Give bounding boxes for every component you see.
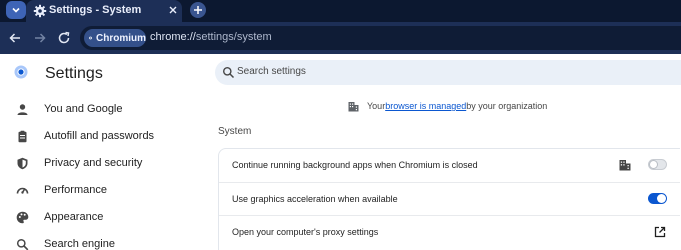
person-icon [17,104,28,115]
gear-icon [33,4,47,18]
back-arrow-icon[interactable] [8,31,22,45]
system-settings-card: Continue running background apps when Ch… [218,148,680,250]
background-apps-toggle[interactable] [648,159,667,170]
sidebar-item-label: Autofill and passwords [44,130,155,142]
toggle-knob [657,194,666,203]
graphics-acceleration-row[interactable]: Use graphics acceleration when available [219,182,680,215]
address-bar[interactable]: Chromium chrome://settings/system [80,26,681,50]
sidebar-item-search-engine[interactable]: Search engine [0,233,200,250]
row-label: Open your computer's proxy settings [232,227,379,237]
sidebar-item-performance[interactable]: Performance [0,179,200,203]
sidebar-item-label: You and Google [44,103,123,115]
managed-notice: Your browser is managed by your organiza… [348,100,547,112]
url-scheme: chrome:// [150,31,196,43]
url-text[interactable]: chrome://settings/system [150,31,272,43]
sidebar-item-privacy[interactable]: Privacy and security [0,152,200,176]
new-tab-button[interactable] [190,2,206,18]
row-label: Use graphics acceleration when available [232,194,398,204]
site-info-chip[interactable]: Chromium [84,29,146,47]
chromium-logo-icon [14,65,28,79]
reload-icon[interactable] [57,31,71,45]
site-chip-label: Chromium [96,32,146,44]
building-icon [348,101,359,111]
tab-strip: Settings - System [0,0,681,22]
search-box[interactable] [215,60,681,85]
url-path: settings/system [195,31,272,43]
sidebar-item-label: Privacy and security [44,157,143,169]
row-label: Continue running background apps when Ch… [232,160,478,170]
browser-managed-link[interactable]: browser is managed [385,101,466,111]
tab-settings-system[interactable]: Settings - System [26,0,182,22]
tab-title: Settings - System [49,4,142,16]
proxy-settings-row[interactable]: Open your computer's proxy settings [219,215,680,248]
speedometer-icon [16,187,29,194]
plus-icon [194,6,202,14]
clipboard-icon [18,130,27,143]
palette-icon [16,211,29,224]
sidebar-item-label: Performance [44,184,107,196]
section-title: System [218,126,252,137]
shield-icon [17,157,28,170]
forward-arrow-icon[interactable] [33,31,47,45]
search-icon [223,67,235,79]
managed-prefix: Your [367,101,386,111]
sidebar-item-label: Search engine [44,238,115,250]
close-icon[interactable] [167,4,179,16]
search-icon [16,238,29,250]
chevron-down-icon [12,7,20,13]
toggle-knob [649,160,658,169]
background-apps-row[interactable]: Continue running background apps when Ch… [219,149,680,182]
tab-search-button[interactable] [6,1,26,19]
chromium-logo-icon [89,36,92,40]
open-external-icon[interactable] [654,226,666,238]
graphics-acceleration-toggle[interactable] [648,193,667,204]
search-input[interactable] [237,66,537,77]
sidebar-item-label: Appearance [44,211,104,223]
sidebar-item-autofill[interactable]: Autofill and passwords [0,125,200,149]
page-title: Settings [45,65,103,82]
sidebar-item-you-and-google[interactable]: You and Google [0,98,200,122]
sidebar-item-appearance[interactable]: Appearance [0,206,200,230]
managed-suffix: by your organization [466,101,548,111]
enterprise-policy-icon[interactable] [619,159,631,171]
